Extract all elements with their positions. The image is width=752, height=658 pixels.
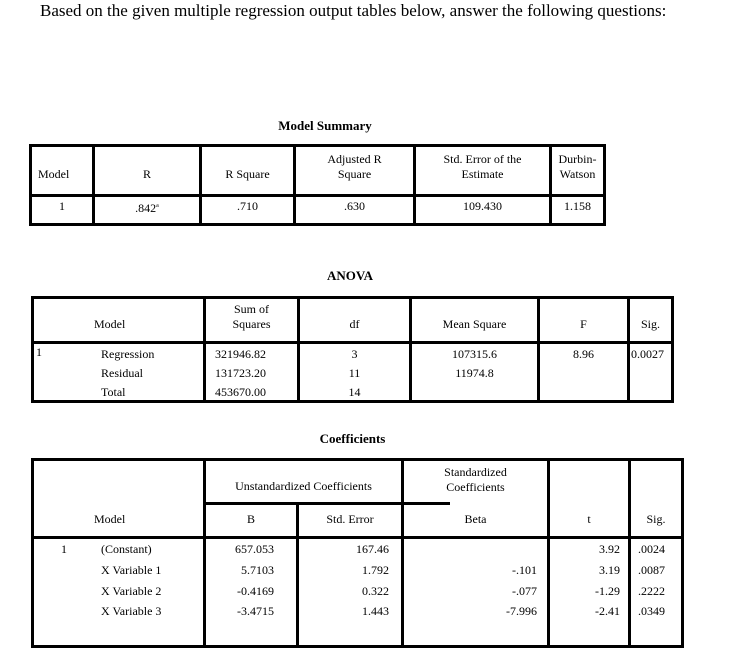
cell-model-number: 1 xyxy=(61,542,67,556)
row-label: X Variable 3 xyxy=(101,604,162,618)
cell-std-error: 167.46 xyxy=(356,542,389,556)
row-label: Regression xyxy=(101,347,155,361)
header-beta: Beta xyxy=(464,512,487,526)
cell-model: 1 xyxy=(59,199,65,213)
cell-t: 3.19 xyxy=(599,563,620,577)
cell-b: 5.7103 xyxy=(241,563,274,577)
header-std-error: Std. Error xyxy=(326,512,374,526)
header-line: Durbin- xyxy=(558,152,597,166)
cell-sig: .0349 xyxy=(638,604,665,618)
row-label: (Constant) xyxy=(101,542,152,556)
header-line: Adjusted R xyxy=(327,152,382,166)
header-mean-square: Mean Square xyxy=(442,317,507,331)
header-line: Squares xyxy=(232,317,271,331)
model-summary-table: Model R R Square Adjusted R Square Std. … xyxy=(29,144,606,226)
subheader-divider xyxy=(206,502,450,505)
cell-r: .842a xyxy=(95,199,199,216)
header-line: Std. Error of the xyxy=(443,152,522,166)
cell-df: 3 xyxy=(351,347,358,361)
row-label: Total xyxy=(101,385,126,399)
cell-std-error: 1.792 xyxy=(362,563,389,577)
header-durbin-watson: Durbin- Watson xyxy=(552,152,603,182)
header-r: R xyxy=(142,167,151,181)
cell-sig: .0024 xyxy=(638,542,665,556)
header-sum-of-squares: Sum of Squares xyxy=(206,302,297,332)
header-divider xyxy=(34,536,681,539)
row-label: X Variable 2 xyxy=(101,584,162,598)
cell-sig: .0087 xyxy=(638,563,665,577)
header-line: Standardized xyxy=(444,465,507,479)
coefficients-table: Model Unstandardized Coefficients Standa… xyxy=(31,458,684,648)
r-value: .842 xyxy=(135,201,157,215)
footnote-marker: a xyxy=(156,203,159,209)
cell-adjusted-r-square: .630 xyxy=(344,199,365,213)
header-line: Square xyxy=(337,167,372,181)
column-divider xyxy=(628,461,631,645)
row-label: X Variable 1 xyxy=(101,563,162,577)
cell-sum-of-squares: 453670.00 xyxy=(215,385,266,399)
header-standardized: Standardized Coefficients xyxy=(404,465,547,495)
intro-text: Based on the given multiple regression o… xyxy=(40,1,667,20)
coefficients-title: Coefficients xyxy=(319,431,386,446)
anova-title: ANOVA xyxy=(327,268,373,283)
header-sig: Sig. xyxy=(646,512,666,526)
cell-r-square: .710 xyxy=(237,199,258,213)
column-divider xyxy=(627,299,630,400)
cell-std-error: 1.443 xyxy=(362,604,389,618)
cell-std-error: 0.322 xyxy=(362,584,389,598)
cell-beta: -.077 xyxy=(512,584,537,598)
cell-t: -1.29 xyxy=(595,584,620,598)
cell-sum-of-squares: 131723.20 xyxy=(215,366,266,380)
anova-table: Model Sum of Squares df Mean Square F Si… xyxy=(31,296,674,403)
header-b: B xyxy=(246,512,255,526)
header-std-error: Std. Error of the Estimate xyxy=(416,152,549,182)
header-sig: Sig. xyxy=(640,317,660,331)
cell-df: 11 xyxy=(348,366,361,380)
header-df: df xyxy=(349,317,360,331)
cell-std-error: 109.430 xyxy=(463,199,502,213)
cell-t: -2.41 xyxy=(595,604,620,618)
header-divider xyxy=(32,194,603,197)
header-t: t xyxy=(587,512,591,526)
cell-mean-square: 11974.8 xyxy=(455,366,494,380)
header-line: Sum of xyxy=(233,302,269,316)
header-model: Model xyxy=(94,317,126,331)
cell-mean-square: 107315.6 xyxy=(452,347,497,361)
cell-sig: 0.0027 xyxy=(631,347,664,361)
header-r-square: R Square xyxy=(225,167,270,181)
header-model: Model xyxy=(94,512,126,526)
model-summary-title: Model Summary xyxy=(278,118,372,133)
header-line: Watson xyxy=(559,167,596,181)
header-f: F xyxy=(580,317,587,331)
cell-b: 657.053 xyxy=(235,542,274,556)
cell-sig: .2222 xyxy=(638,584,665,598)
header-adjusted-r-square: Adjusted R Square xyxy=(296,152,413,182)
cell-durbin-watson: 1.158 xyxy=(564,199,591,213)
cell-f: 8.96 xyxy=(573,347,594,361)
cell-t: 3.92 xyxy=(599,542,620,556)
cell-beta: -7.996 xyxy=(506,604,537,618)
cell-b: -3.4715 xyxy=(237,604,274,618)
header-divider xyxy=(34,341,671,344)
header-line: Estimate xyxy=(461,167,504,181)
row-label: Residual xyxy=(101,366,143,380)
header-unstandardized: Unstandardized Coefficients xyxy=(235,479,372,493)
cell-beta: -.101 xyxy=(512,563,537,577)
cell-model-number: 1 xyxy=(36,345,42,359)
cell-b: -0.4169 xyxy=(237,584,274,598)
header-model: Model xyxy=(38,167,70,181)
cell-df: 14 xyxy=(348,385,361,399)
cell-sum-of-squares: 321946.82 xyxy=(215,347,266,361)
header-line: Coefficients xyxy=(446,480,505,494)
